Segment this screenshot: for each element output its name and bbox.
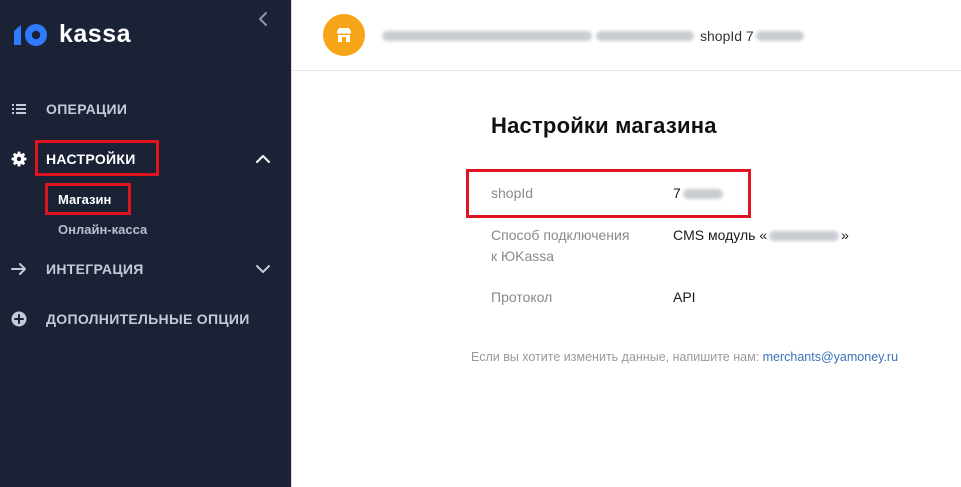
store-icon	[337, 28, 351, 42]
kassa-logo[interactable]: kassa	[11, 20, 131, 49]
highlight-shop	[45, 183, 131, 215]
main-panel: shopId 7 Настройки магазина shopId 7 Спо…	[291, 0, 961, 487]
gear-icon	[11, 151, 27, 167]
contact-note: Если вы хотите изменить данные, напишите…	[471, 350, 898, 364]
nav-item-integration[interactable]: ИНТЕГРАЦИЯ	[0, 252, 291, 286]
redacted-shop-name	[382, 31, 592, 41]
contact-email-link[interactable]: merchants@yamoney.ru	[763, 350, 898, 364]
nav-label-extra-options: ДОПОЛНИТЕЛЬНЫЕ ОПЦИИ	[46, 311, 250, 327]
page-title: Настройки магазина	[491, 113, 717, 138]
connection-method-label-line1: Способ подключения	[491, 227, 630, 243]
protocol-value: API	[673, 289, 696, 305]
nav-item-extra-options[interactable]: ДОПОЛНИТЕЛЬНЫЕ ОПЦИИ	[0, 302, 291, 336]
sidebar: kassa ОПЕРАЦИИ НАСТРОЙКИ Магазин Онлайн-…	[0, 0, 291, 487]
connection-method-label: Способ подключения к ЮKassa	[491, 225, 629, 267]
connection-method-label-line2: к ЮKassa	[491, 248, 555, 264]
yu-logo-icon	[14, 23, 47, 46]
plus-circle-icon	[11, 311, 27, 327]
chevron-down-icon[interactable]	[255, 261, 271, 277]
nav-label-operations: ОПЕРАЦИИ	[46, 101, 128, 117]
protocol-label: Протокол	[491, 289, 553, 305]
highlight-shopid	[466, 169, 751, 218]
nav-item-operations[interactable]: ОПЕРАЦИИ	[0, 92, 291, 126]
list-icon	[12, 104, 26, 114]
shop-name[interactable]: shopId 7	[382, 27, 804, 45]
sidebar-item-online-kassa[interactable]: Онлайн-касса	[58, 222, 147, 237]
topbar: shopId 7	[292, 0, 961, 71]
connection-method-prefix: CMS модуль «	[673, 227, 768, 243]
logo-text: kassa	[59, 20, 132, 48]
arrow-right-icon	[11, 263, 26, 275]
shop-id-label: shopId 7	[700, 28, 754, 44]
highlight-settings	[35, 140, 159, 176]
redacted-shop-id	[755, 31, 804, 41]
contact-note-text: Если вы хотите изменить данные, напишите…	[471, 350, 760, 364]
redacted-cms-name	[769, 230, 840, 241]
app-root: kassa ОПЕРАЦИИ НАСТРОЙКИ Магазин Онлайн-…	[0, 0, 961, 487]
collapse-sidebar-icon[interactable]	[254, 10, 272, 28]
connection-method-value: CMS модуль « »	[673, 225, 849, 246]
shop-avatar[interactable]	[323, 14, 365, 56]
connection-method-suffix: »	[841, 227, 849, 243]
chevron-up-icon[interactable]	[255, 151, 271, 167]
redacted-shop-name-2	[596, 31, 694, 41]
content: Настройки магазина	[491, 113, 717, 139]
nav-label-integration: ИНТЕГРАЦИЯ	[46, 261, 144, 277]
